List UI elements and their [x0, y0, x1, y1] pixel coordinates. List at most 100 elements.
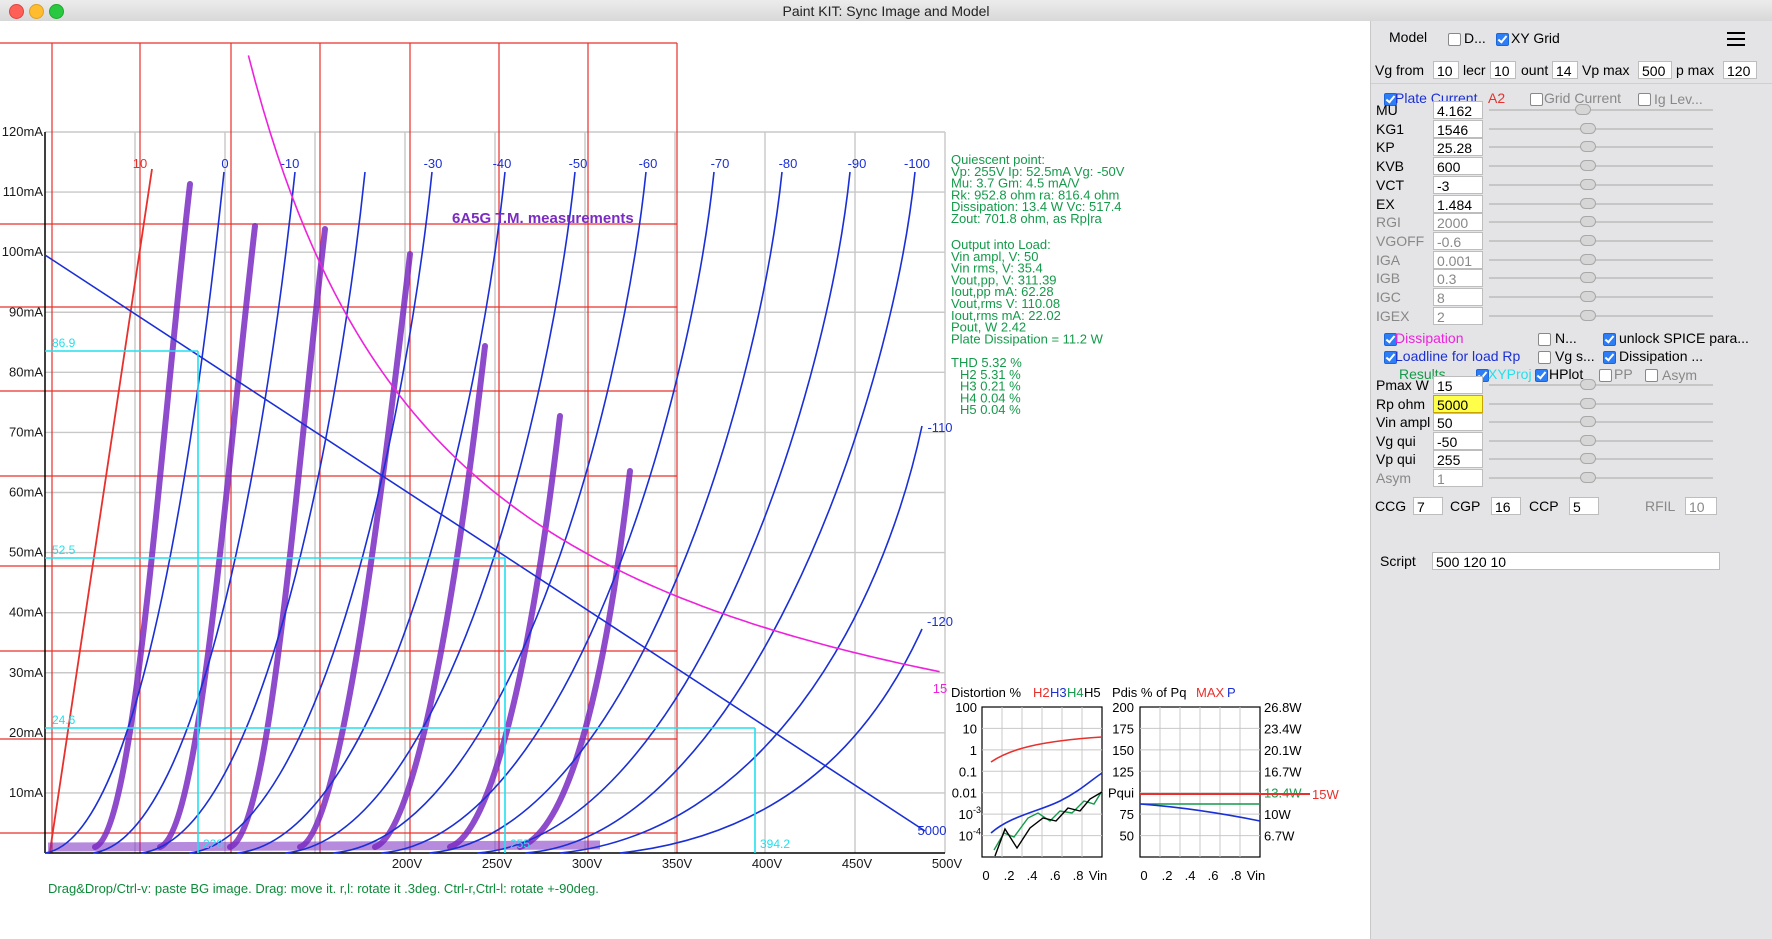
param-label: IGB	[1376, 270, 1401, 287]
slider-knob[interactable]	[1580, 379, 1596, 390]
slider-knob[interactable]	[1580, 141, 1596, 153]
pdis-y-tick-left: 150	[1112, 743, 1134, 758]
param-input[interactable]: 600	[1433, 157, 1483, 176]
window-title: Paint KIT: Sync Image and Model	[782, 3, 990, 19]
slider-knob[interactable]	[1580, 472, 1596, 483]
param-input[interactable]: 2	[1433, 306, 1483, 325]
model-label: Model	[1389, 29, 1428, 45]
pdis-x-tick: .2	[1162, 868, 1173, 883]
vg-from-input[interactable]: 10	[1433, 61, 1459, 79]
separator	[1371, 83, 1772, 84]
model-curve	[428, 171, 783, 854]
slider-track	[1489, 221, 1713, 224]
ccp-input[interactable]: 5	[1569, 497, 1599, 515]
slider-knob[interactable]	[1580, 216, 1596, 228]
param-input[interactable]: 0.001	[1433, 250, 1483, 269]
plot-area[interactable]: 120mA 110mA 100mA 90mA 80mA 70mA 60mA 50mA 40mA 3…	[0, 21, 1370, 939]
param-slider[interactable]	[1489, 270, 1713, 286]
slider-knob[interactable]	[1580, 160, 1596, 172]
output-text: Plate Dissipation = 11.2 W	[951, 331, 1104, 346]
param-input[interactable]: 25.28	[1433, 138, 1483, 157]
param-slider[interactable]	[1489, 121, 1713, 137]
d-checkbox[interactable]	[1448, 33, 1461, 46]
y-tick-label: 90mA	[9, 304, 43, 319]
script-input[interactable]: 500 120 10	[1432, 552, 1720, 570]
param-slider[interactable]	[1489, 214, 1713, 230]
n-checkbox[interactable]	[1538, 333, 1551, 346]
param-input[interactable]: -3	[1433, 175, 1483, 194]
vg-s-checkbox[interactable]	[1538, 351, 1551, 364]
param-label: EX	[1376, 195, 1395, 212]
ip-max-input[interactable]: 120	[1723, 61, 1757, 79]
ccg-input[interactable]: 7	[1413, 497, 1443, 515]
load-param-input[interactable]: 1	[1433, 469, 1483, 487]
slider-knob[interactable]	[1580, 291, 1596, 302]
param-input[interactable]: 1546	[1433, 119, 1483, 138]
unlock-spice-checkbox[interactable]	[1603, 333, 1616, 346]
load-param-slider[interactable]	[1489, 377, 1713, 393]
load-param-input[interactable]: 15	[1433, 376, 1483, 394]
slider-knob[interactable]	[1580, 434, 1596, 446]
slider-track	[1489, 402, 1713, 405]
pdis-plot: Pdis % of Pq MAX P 200 175 150 125 Pqui 75 50 26.…	[1108, 685, 1339, 883]
param-slider[interactable]	[1489, 177, 1713, 193]
load-param-slider[interactable]	[1489, 433, 1713, 449]
pdis-title: Pdis % of Pq	[1112, 685, 1186, 700]
param-input[interactable]: 1.484	[1433, 194, 1483, 213]
y-tick-label: 110mA	[3, 184, 44, 199]
load-param-input[interactable]: 50	[1433, 413, 1483, 432]
load-param-input[interactable]: 255	[1433, 450, 1483, 469]
param-slider[interactable]	[1489, 196, 1713, 212]
load-param-slider[interactable]	[1489, 396, 1713, 412]
slider-knob[interactable]	[1580, 178, 1596, 190]
count-input[interactable]: 14	[1552, 61, 1578, 79]
model-curve	[524, 171, 916, 854]
x-tick-label: 200V	[392, 856, 423, 871]
slider-knob[interactable]	[1580, 416, 1596, 428]
param-input[interactable]: 2000	[1433, 213, 1483, 232]
distortion-y-tick: 10	[963, 721, 977, 736]
rfil-input[interactable]: 10	[1685, 497, 1717, 515]
plate-curves-plot[interactable]: 120mA110mA100mA90mA80mA70mA60mA50mA40mA3…	[0, 21, 1370, 939]
slider-knob[interactable]	[1580, 397, 1596, 409]
param-input[interactable]: 8	[1433, 288, 1483, 306]
param-input[interactable]: 4.162	[1433, 101, 1483, 119]
load-param-slider[interactable]	[1489, 451, 1713, 467]
param-slider[interactable]	[1489, 252, 1713, 268]
vg-from-label: Vg from	[1375, 62, 1425, 78]
cgp-input[interactable]: 16	[1491, 497, 1521, 515]
param-slider[interactable]	[1489, 139, 1713, 155]
decr-input[interactable]: 10	[1490, 61, 1516, 79]
slider-track	[1489, 296, 1713, 298]
xy-grid-checkbox[interactable]	[1496, 33, 1509, 46]
param-slider[interactable]	[1489, 102, 1713, 118]
load-param-input[interactable]: -50	[1433, 431, 1483, 450]
load-param-input[interactable]: 5000	[1433, 394, 1483, 413]
y-tick-label: 30mA	[9, 665, 43, 680]
param-slider[interactable]	[1489, 233, 1713, 249]
param-input[interactable]: -0.6	[1433, 231, 1483, 250]
slider-knob[interactable]	[1580, 453, 1596, 465]
slider-knob[interactable]	[1580, 197, 1596, 209]
slider-knob[interactable]	[1580, 234, 1596, 246]
param-slider[interactable]	[1489, 289, 1713, 305]
slider-track	[1489, 109, 1713, 111]
load-param-slider[interactable]	[1489, 470, 1713, 486]
slider-knob[interactable]	[1580, 309, 1596, 321]
vg-curve-label: 0	[221, 156, 228, 171]
param-label: KVB	[1376, 158, 1405, 175]
load-param-slider[interactable]	[1489, 414, 1713, 430]
slider-knob[interactable]	[1580, 272, 1596, 284]
dissipation-2-checkbox[interactable]	[1603, 351, 1616, 364]
slider-knob[interactable]	[1580, 122, 1596, 134]
param-slider[interactable]	[1489, 158, 1713, 174]
slider-knob[interactable]	[1575, 104, 1591, 115]
slider-knob[interactable]	[1580, 253, 1596, 265]
param-input[interactable]: 0.3	[1433, 269, 1483, 288]
measured-curve	[297, 251, 413, 850]
model-curve	[284, 171, 576, 854]
vp-max-input[interactable]: 500	[1638, 61, 1672, 79]
hamburger-menu-icon[interactable]	[1727, 31, 1745, 47]
param-slider[interactable]	[1489, 308, 1713, 324]
slider-track	[1489, 421, 1713, 424]
